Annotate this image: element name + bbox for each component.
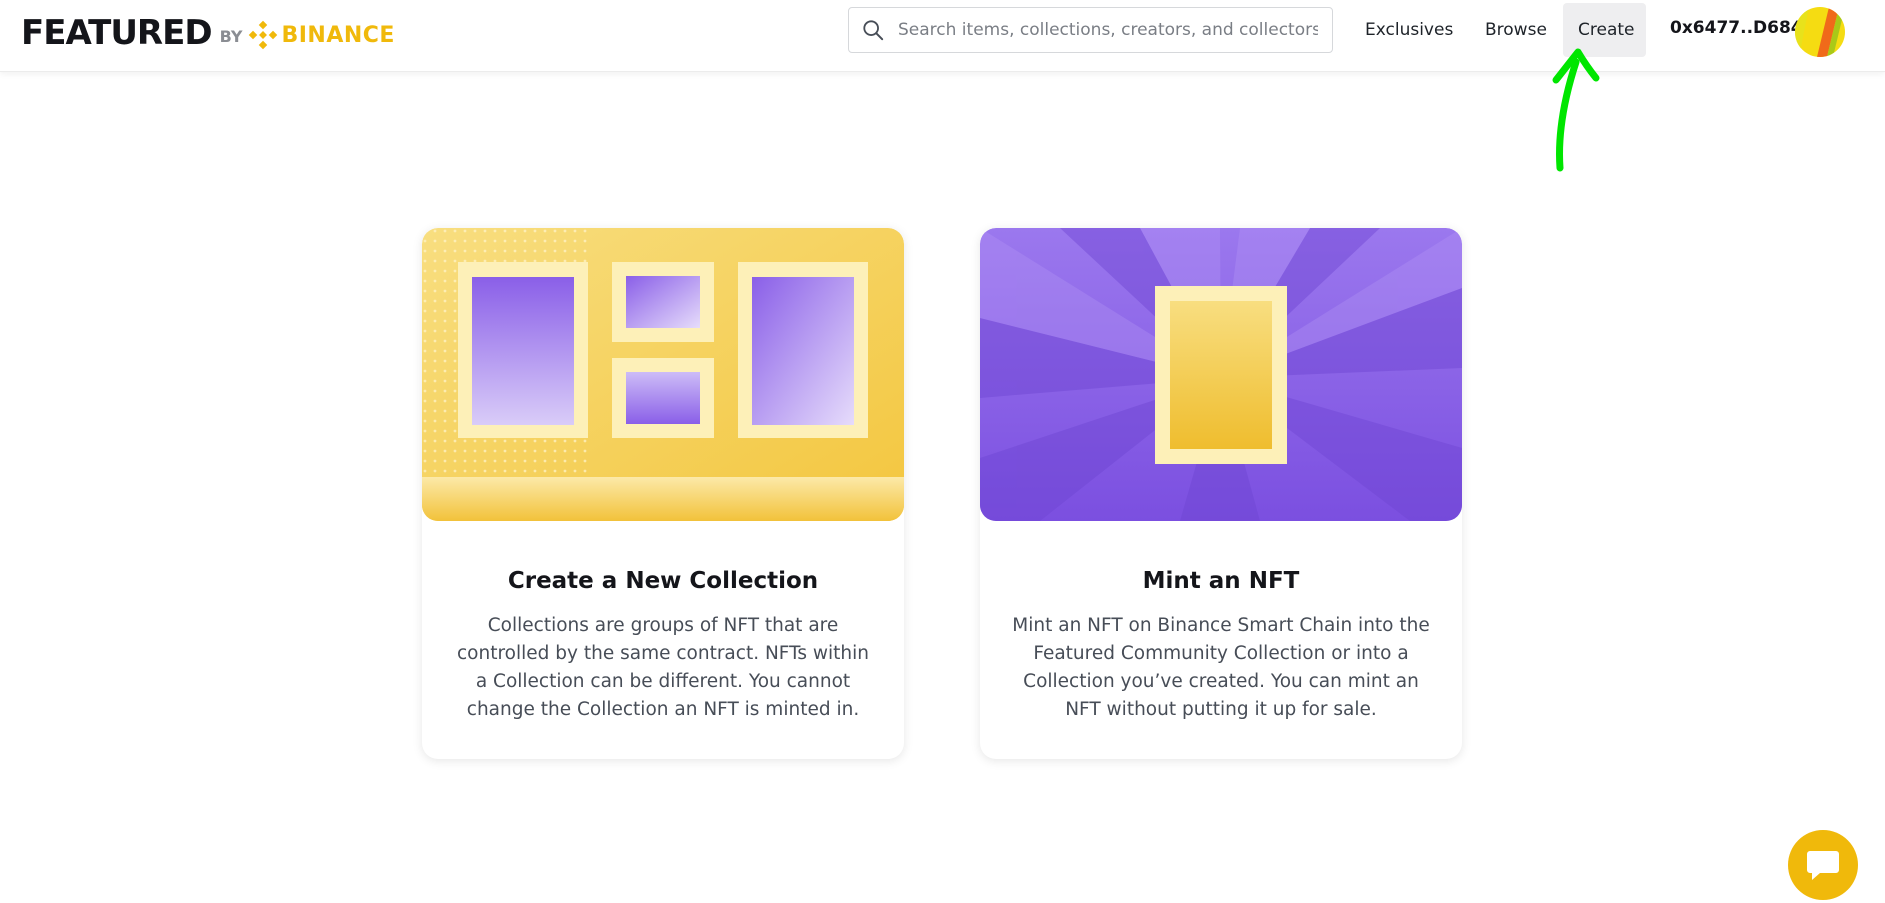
card-title: Create a New Collection [507, 568, 819, 594]
search-input[interactable] [898, 20, 1318, 40]
card-description: Collections are groups of NFT that are c… [457, 615, 869, 720]
card-description: Mint an NFT on Binance Smart Chain into … [1012, 615, 1430, 720]
wallet-avatar-icon[interactable] [1795, 7, 1845, 57]
mint-nft-card[interactable]: Mint an NFT Mint an NFT on Binance Smart… [980, 228, 1462, 759]
create-collection-card[interactable]: Create a New Collection Collections are … [422, 228, 904, 759]
wallet-address[interactable]: 0x6477..D684 [1670, 18, 1803, 38]
binance-logo-icon [249, 20, 278, 50]
chat-button[interactable] [1788, 830, 1858, 900]
gallery-frames-illustration [422, 228, 904, 521]
search-icon [863, 20, 884, 41]
nav-exclusives[interactable]: Exclusives [1350, 3, 1468, 57]
chat-bubble-icon [1807, 851, 1839, 880]
card-title: Mint an NFT [1142, 568, 1300, 594]
partner-name: BINANCE [281, 23, 395, 48]
brand-name: FEATURED [21, 13, 213, 53]
arrow-up-icon [1552, 48, 1600, 172]
search-bar[interactable] [848, 7, 1333, 53]
single-frame-illustration [980, 228, 1462, 521]
brand-logo[interactable]: FEATURED BY BINANCE [21, 14, 395, 52]
brand-by: BY [219, 26, 243, 46]
